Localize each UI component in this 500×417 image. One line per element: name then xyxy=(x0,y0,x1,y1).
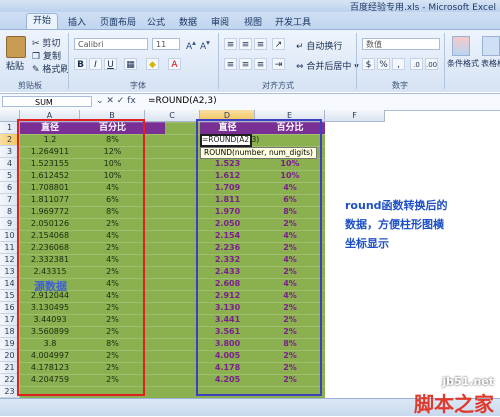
wrap-text-button[interactable]: ↵ 自动换行 xyxy=(296,39,342,52)
tab-formulas[interactable]: 公式 xyxy=(147,15,165,28)
currency-icon[interactable]: $ xyxy=(362,58,375,70)
cut-label: 剪切 xyxy=(42,39,61,49)
merge-icon: ⇔ xyxy=(296,62,304,72)
group-label-number: 数字 xyxy=(392,81,408,90)
font-name-combo[interactable]: Calibri xyxy=(74,38,148,50)
result-data-blue-box xyxy=(196,119,322,396)
merge-center-label: 合并后居中 xyxy=(306,62,352,72)
ribbon: 粘贴 ✂ 剪切 ❐ 复制 ✎ 格式刷 剪贴板 Calibri 11 A▴ A▾ … xyxy=(0,30,500,92)
annotation-line-1: round函数转换后的 xyxy=(345,199,448,212)
tab-view[interactable]: 视图 xyxy=(244,15,262,28)
align-top-icon[interactable]: ≡ xyxy=(224,38,237,50)
watermark-site: jb51.net xyxy=(442,375,494,388)
annotation-line-3: 坐标显示 xyxy=(345,237,389,250)
font-color-icon[interactable]: A xyxy=(168,58,181,70)
conditional-format-button[interactable]: 条件格式 xyxy=(447,58,479,69)
group-label-clipboard: 剪贴板 xyxy=(18,81,42,90)
italic-button[interactable]: I xyxy=(89,58,102,70)
align-right-icon[interactable]: ≡ xyxy=(254,58,267,70)
grow-font-icon[interactable]: A▴ xyxy=(186,38,196,52)
title-bar: 百度经验专用.xls - Microsoft Excel xyxy=(0,0,500,13)
source-data-label: 源数据 xyxy=(34,280,67,293)
underline-button[interactable]: U xyxy=(104,58,117,70)
table-format-icon[interactable] xyxy=(482,36,500,56)
format-painter-label: 格式刷 xyxy=(42,65,70,75)
bold-button[interactable]: B xyxy=(74,58,87,70)
brush-icon: ✎ xyxy=(32,65,40,75)
column-header-c[interactable]: C xyxy=(145,110,200,122)
align-middle-icon[interactable]: ≡ xyxy=(239,38,252,50)
table-format-button[interactable]: 表格格 xyxy=(481,58,500,69)
tab-home[interactable]: 开始 xyxy=(26,13,59,29)
border-icon[interactable]: ▦ xyxy=(124,58,137,70)
annotation: round函数转换后的 数据，方便柱形图横 坐标显示 xyxy=(345,196,448,253)
font-size-combo[interactable]: 11 xyxy=(152,38,180,50)
align-center-icon[interactable]: ≡ xyxy=(239,58,252,70)
tab-insert[interactable]: 插入 xyxy=(68,15,86,28)
column-header-f[interactable]: F xyxy=(325,110,385,122)
name-box[interactable]: SUM xyxy=(2,96,92,107)
merge-center-button[interactable]: ⇔ 合并后居中 ▾ xyxy=(296,59,359,72)
tab-developer[interactable]: 开发工具 xyxy=(275,15,311,28)
paste-icon[interactable] xyxy=(6,36,26,58)
align-left-icon[interactable]: ≡ xyxy=(224,58,237,70)
formula-bar-icons[interactable]: ⌄ ✕ ✓ fx xyxy=(96,96,136,106)
cut-button[interactable]: ✂ 剪切 xyxy=(32,36,60,49)
formula-bar: SUM ⌄ ✕ ✓ fx =ROUND(A2,3) xyxy=(0,93,500,111)
number-format-combo[interactable]: 数值 xyxy=(362,38,440,50)
copy-button[interactable]: ❐ 复制 xyxy=(32,49,61,62)
increase-decimal-icon[interactable]: .0 xyxy=(410,58,423,70)
group-divider xyxy=(68,33,69,89)
formula-input[interactable]: =ROUND(A2,3) xyxy=(148,96,217,106)
tab-data[interactable]: 数据 xyxy=(179,15,197,28)
tab-review[interactable]: 审阅 xyxy=(211,15,229,28)
group-divider xyxy=(356,33,357,89)
copy-icon: ❐ xyxy=(32,52,41,62)
wrap-icon: ↵ xyxy=(296,42,304,52)
ribbon-tabs: 开始 插入 页面布局 公式 数据 审阅 视图 开发工具 xyxy=(0,12,500,30)
group-divider xyxy=(218,33,219,89)
group-divider xyxy=(444,33,445,89)
align-bottom-icon[interactable]: ≡ xyxy=(254,38,267,50)
paste-button[interactable]: 粘贴 xyxy=(6,59,24,72)
cell-d2-formula[interactable]: =ROUND(A2,3) xyxy=(202,134,259,146)
decrease-decimal-icon[interactable]: .00 xyxy=(425,58,438,70)
scissors-icon: ✂ xyxy=(32,39,40,49)
orientation-icon[interactable]: ↗ xyxy=(272,38,285,50)
wrap-text-label: 自动换行 xyxy=(306,42,343,52)
conditional-format-icon[interactable] xyxy=(452,36,470,56)
watermark-brand: 脚本之家 xyxy=(414,392,494,416)
fill-color-icon[interactable]: ◆ xyxy=(146,58,159,70)
shrink-font-icon[interactable]: A▾ xyxy=(200,38,210,52)
tab-page-layout[interactable]: 页面布局 xyxy=(100,15,136,28)
group-label-font: 字体 xyxy=(130,81,146,90)
copy-label: 复制 xyxy=(42,52,61,62)
comma-icon[interactable]: , xyxy=(392,58,405,70)
format-painter-button[interactable]: ✎ 格式刷 xyxy=(32,62,69,75)
percent-icon[interactable]: % xyxy=(377,58,390,70)
indent-icon[interactable]: ⇥ xyxy=(272,58,285,70)
annotation-line-2: 数据，方便柱形图横 xyxy=(345,218,444,231)
group-label-alignment: 对齐方式 xyxy=(262,81,294,90)
source-data-red-box xyxy=(17,119,145,396)
